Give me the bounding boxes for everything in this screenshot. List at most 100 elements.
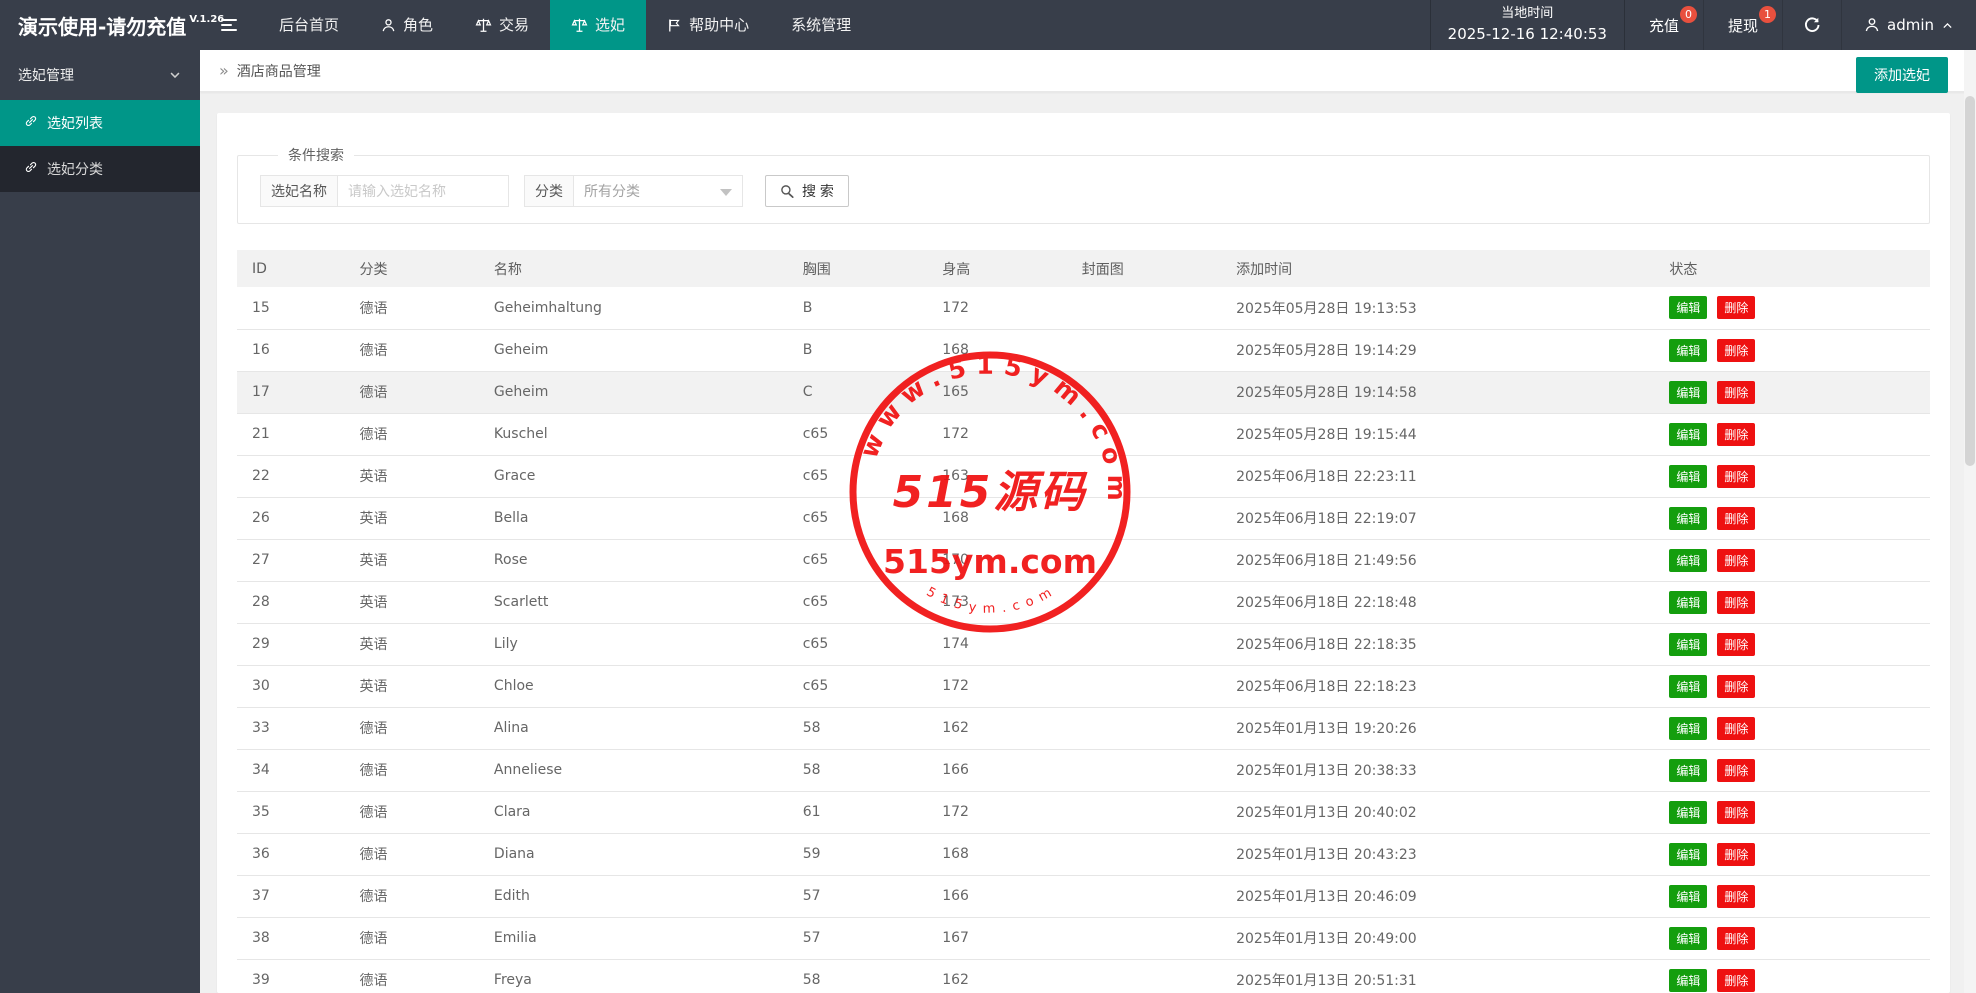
edit-button[interactable]: 编辑	[1669, 507, 1707, 530]
person-icon	[381, 18, 396, 33]
delete-button[interactable]: 删除	[1717, 633, 1755, 656]
breadcrumb-caret-icon: »	[219, 61, 229, 80]
cell-added: 2025年06月18日 22:19:07	[1221, 497, 1654, 539]
delete-button[interactable]: 删除	[1717, 507, 1755, 530]
link-icon	[24, 114, 38, 132]
delete-button[interactable]: 删除	[1717, 675, 1755, 698]
nav-item[interactable]: 角色	[360, 0, 454, 50]
cell-id: 36	[237, 833, 345, 875]
nav-item[interactable]: 系统管理	[770, 0, 872, 50]
edit-button[interactable]: 编辑	[1669, 759, 1707, 782]
table-row: 34德语Anneliese581662025年01月13日 20:38:33编辑…	[237, 749, 1930, 791]
delete-button[interactable]: 删除	[1717, 885, 1755, 908]
nav-item-label: 选妃	[595, 0, 625, 50]
delete-button[interactable]: 删除	[1717, 591, 1755, 614]
cell-status: 编辑删除	[1654, 875, 1930, 917]
delete-button[interactable]: 删除	[1717, 339, 1755, 362]
delete-button[interactable]: 删除	[1717, 759, 1755, 782]
scrollbar-thumb[interactable]	[1965, 96, 1975, 466]
edit-button[interactable]: 编辑	[1669, 381, 1707, 404]
nav-item-label: 系统管理	[791, 0, 851, 50]
sidebar-item[interactable]: 选妃分类	[0, 146, 200, 192]
name-input[interactable]	[337, 175, 509, 207]
cell-added: 2025年05月28日 19:14:58	[1221, 371, 1654, 413]
table-row: 37德语Edith571662025年01月13日 20:46:09编辑删除	[237, 875, 1930, 917]
chevron-up-icon	[1941, 19, 1954, 32]
cell-cover	[1067, 875, 1221, 917]
column-header: 名称	[479, 250, 788, 287]
link-icon	[24, 160, 38, 178]
column-header: 身高	[927, 250, 1067, 287]
delete-button[interactable]: 删除	[1717, 423, 1755, 446]
cell-bust: c65	[788, 413, 928, 455]
edit-button[interactable]: 编辑	[1669, 843, 1707, 866]
sidebar-group-xuanfei[interactable]: 选妃管理	[0, 50, 200, 100]
cell-bust: B	[788, 329, 928, 371]
sidebar-item[interactable]: 选妃列表	[0, 100, 200, 146]
table-row: 39德语Freya581622025年01月13日 20:51:31编辑删除	[237, 959, 1930, 993]
cell-name: Clara	[479, 791, 788, 833]
delete-button[interactable]: 删除	[1717, 549, 1755, 572]
vertical-scrollbar[interactable]	[1964, 50, 1976, 993]
chevron-down-icon	[168, 68, 182, 82]
column-header: 封面图	[1067, 250, 1221, 287]
withdraw-button[interactable]: 提现 1	[1704, 0, 1783, 50]
name-field-label: 选妃名称	[260, 175, 337, 207]
cell-category: 德语	[345, 413, 479, 455]
cell-height: 173	[927, 581, 1067, 623]
edit-button[interactable]: 编辑	[1669, 423, 1707, 446]
cell-category: 英语	[345, 539, 479, 581]
delete-button[interactable]: 删除	[1717, 843, 1755, 866]
cell-name: Edith	[479, 875, 788, 917]
delete-button[interactable]: 删除	[1717, 927, 1755, 950]
delete-button[interactable]: 删除	[1717, 801, 1755, 824]
delete-button[interactable]: 删除	[1717, 717, 1755, 740]
refresh-icon[interactable]	[1783, 0, 1842, 50]
edit-button[interactable]: 编辑	[1669, 675, 1707, 698]
table-row: 30英语Chloec651722025年06月18日 22:18:23编辑删除	[237, 665, 1930, 707]
table-row: 28英语Scarlettc651732025年06月18日 22:18:48编辑…	[237, 581, 1930, 623]
cell-height: 163	[927, 455, 1067, 497]
sidebar-item-label: 选妃分类	[47, 159, 103, 179]
user-menu[interactable]: admin	[1842, 0, 1976, 50]
recharge-button[interactable]: 充值 0	[1625, 0, 1704, 50]
edit-button[interactable]: 编辑	[1669, 339, 1707, 362]
nav-item[interactable]: 帮助中心	[646, 0, 770, 50]
cell-bust: 58	[788, 749, 928, 791]
flag-icon	[667, 18, 682, 33]
nav-item[interactable]: 选妃	[550, 0, 646, 50]
delete-button[interactable]: 删除	[1717, 296, 1755, 319]
menu-collapse-icon[interactable]	[200, 0, 258, 50]
nav-item[interactable]: 后台首页	[258, 0, 360, 50]
delete-button[interactable]: 删除	[1717, 969, 1755, 992]
search-button[interactable]: 搜 索	[765, 175, 849, 207]
cell-added: 2025年06月18日 22:23:11	[1221, 455, 1654, 497]
cell-name: Lily	[479, 623, 788, 665]
cell-name: Geheimhaltung	[479, 287, 788, 329]
nav-item[interactable]: 交易	[454, 0, 550, 50]
cell-bust: c65	[788, 539, 928, 581]
breadcrumb: » 酒店商品管理 添加选妃	[200, 50, 1976, 92]
edit-button[interactable]: 编辑	[1669, 296, 1707, 319]
cell-name: Scarlett	[479, 581, 788, 623]
cell-id: 26	[237, 497, 345, 539]
cell-cover	[1067, 455, 1221, 497]
edit-button[interactable]: 编辑	[1669, 549, 1707, 572]
delete-button[interactable]: 删除	[1717, 381, 1755, 404]
edit-button[interactable]: 编辑	[1669, 633, 1707, 656]
add-xuanfei-button[interactable]: 添加选妃	[1856, 57, 1948, 93]
edit-button[interactable]: 编辑	[1669, 465, 1707, 488]
cell-status: 编辑删除	[1654, 791, 1930, 833]
edit-button[interactable]: 编辑	[1669, 591, 1707, 614]
cell-added: 2025年01月13日 20:43:23	[1221, 833, 1654, 875]
edit-button[interactable]: 编辑	[1669, 885, 1707, 908]
edit-button[interactable]: 编辑	[1669, 927, 1707, 950]
table-row: 35德语Clara611722025年01月13日 20:40:02编辑删除	[237, 791, 1930, 833]
edit-button[interactable]: 编辑	[1669, 801, 1707, 824]
edit-button[interactable]: 编辑	[1669, 717, 1707, 740]
delete-button[interactable]: 删除	[1717, 465, 1755, 488]
sidebar-submenu: 选妃列表选妃分类	[0, 100, 200, 192]
category-select[interactable]: 所有分类	[573, 175, 743, 207]
cell-status: 编辑删除	[1654, 497, 1930, 539]
edit-button[interactable]: 编辑	[1669, 969, 1707, 992]
